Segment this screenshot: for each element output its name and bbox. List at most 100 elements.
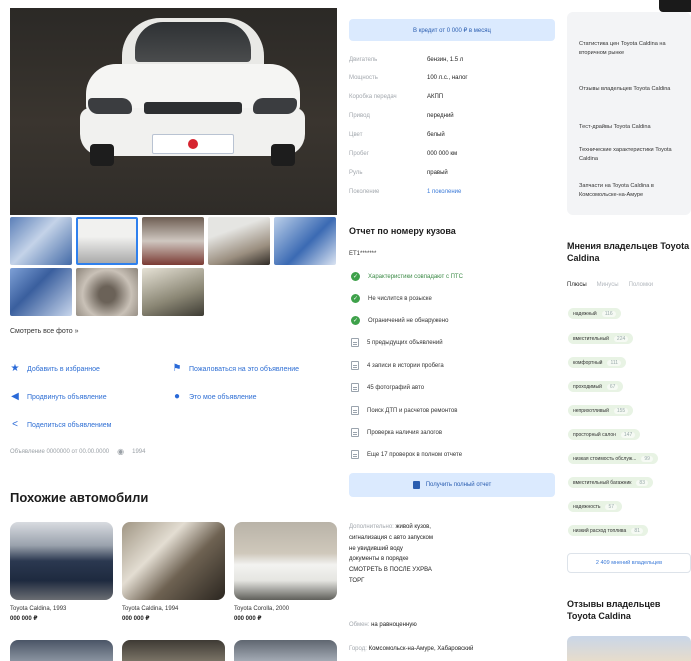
thumbnail-active[interactable] [76, 217, 138, 265]
city-info: Город: Комсомольск-на-Амуре, Хабаровский [349, 646, 473, 652]
link-test-drives[interactable]: Тест-драйвы Toyota Caldina [579, 123, 689, 132]
opinion-tag[interactable]: просторный салон 147 [568, 429, 641, 440]
photo-thumbnails [10, 217, 338, 317]
listing-meta: Объявление 0000000 от 00.00.0000 ◉ 1994 [10, 447, 145, 456]
document-icon [351, 428, 359, 437]
opinion-tag[interactable]: вместительный багажник 83 [568, 477, 653, 488]
tag-label: низкая стоимость обслуж... [573, 455, 637, 462]
promote-listing-link[interactable]: ◀ Продвинуть объявление [10, 392, 107, 402]
thumbnail[interactable] [142, 217, 204, 265]
report-listing-link[interactable]: ⚑ Пожаловаться на это объявление [172, 364, 300, 374]
header-button[interactable] [659, 0, 691, 12]
report-item-text: Не числится в розыске [368, 295, 432, 302]
thumbnail[interactable] [10, 268, 72, 316]
spec-key: Пробег [349, 151, 369, 157]
link-spare-parts[interactable]: Запчасти на Toyota Caldina в Комсомольск… [579, 182, 689, 199]
get-full-report-button[interactable]: Получить полный отчет [349, 473, 555, 497]
similar-car-name: Toyota Corolla, 2000 [234, 606, 290, 612]
my-listing-link[interactable]: ● Это мое объявление [172, 392, 257, 402]
similar-car-price: 000 000 ₽ [122, 616, 150, 622]
action-label: Продвинуть объявление [27, 393, 107, 401]
similar-car-photo-next[interactable] [234, 640, 337, 661]
tag-count: 83 [636, 479, 648, 486]
tab-breakdowns[interactable]: Поломки [629, 282, 654, 288]
report-item: ✓ Характеристики совпадают с ПТС [351, 272, 463, 281]
action-label: Это мое объявление [189, 393, 257, 401]
similar-car-card[interactable]: Toyota Caldina, 1993 000 000 ₽ [10, 522, 113, 622]
opinion-tag[interactable]: проходимый 67 [568, 381, 624, 392]
additional-info-line: живой кузов, [395, 524, 431, 530]
opinion-tag[interactable]: низкий расход топлива 81 [568, 525, 648, 536]
view-all-photos-link[interactable]: Смотреть все фото » [10, 328, 79, 335]
spec-key: Поколение [349, 189, 380, 195]
tag-label: проходимый [573, 383, 602, 390]
similar-car-photo-next[interactable] [122, 640, 225, 661]
tab-cons[interactable]: Минусы [597, 282, 619, 288]
tag-count: 99 [641, 455, 653, 462]
similar-car-card[interactable]: Toyota Caldina, 1994 000 000 ₽ [122, 522, 225, 622]
check-icon: ✓ [351, 316, 360, 325]
tag-label: просторный салон [573, 431, 616, 438]
link-owner-reviews[interactable]: Отзывы владельцев Toyota Caldina [579, 85, 689, 94]
main-photo[interactable] [10, 8, 337, 215]
report-item: Еще 17 проверок в полном отчете [351, 450, 462, 459]
tag-label: надежный [573, 310, 597, 317]
thumbnail[interactable] [208, 217, 270, 265]
link-price-statistics[interactable]: Статистика цен Toyota Caldina на вторичн… [579, 40, 689, 57]
document-icon [351, 361, 359, 370]
similar-car-price: 000 000 ₽ [234, 616, 262, 622]
generation-link[interactable]: 1 поколение [427, 189, 461, 195]
thumbnail[interactable] [76, 268, 138, 316]
city-key: Город: [349, 646, 367, 652]
report-item-text: 5 предыдущих объявлений [367, 339, 443, 346]
report-item-text: Проверка наличия залогов [367, 429, 443, 436]
additional-info-line: не увидивший воду [349, 545, 403, 552]
share-listing-link[interactable]: < Поделиться объявлением [10, 420, 111, 430]
document-icon [351, 450, 359, 459]
spec-key: Цвет [349, 132, 363, 138]
opinion-tag[interactable]: низкая стоимость обслуж... 99 [568, 453, 658, 464]
thumbnail[interactable] [142, 268, 204, 316]
spec-value: белый [427, 132, 445, 138]
action-label: Пожаловаться на это объявление [189, 365, 300, 373]
spec-value: 100 л.с., налог [427, 75, 468, 81]
document-icon [351, 383, 359, 392]
similar-car-photo [122, 522, 225, 600]
city-value: Комсомольск-на-Амуре, Хабаровский [368, 646, 474, 652]
tag-label: вместительный багажник [573, 479, 632, 486]
tab-pros[interactable]: Плюсы [567, 282, 587, 288]
opinion-tag[interactable]: надежный 116 [568, 308, 621, 319]
thumbnail[interactable] [274, 217, 336, 265]
link-specifications[interactable]: Технические характеристики Toyota Caldin… [579, 146, 689, 163]
additional-info-key: Дополнительно: [349, 524, 394, 530]
thumbnail[interactable] [10, 217, 72, 265]
exchange-value: на равноценную [371, 622, 417, 628]
listing-id: Объявление 0000000 от 00.00.0000 [10, 448, 110, 455]
owner-reviews-title: Отзывы владельцев Toyota Caldina [567, 599, 661, 621]
review-photo[interactable] [567, 636, 691, 661]
additional-info-line: ТОРГ [349, 577, 365, 584]
user-icon: ● [173, 391, 181, 402]
share-icon: < [12, 419, 18, 430]
opinion-tag[interactable]: неприхотливый 155 [568, 405, 634, 416]
report-item: Поиск ДТП и расчетов ремонтов [351, 406, 457, 415]
opinion-tag[interactable]: вместительный 224 [568, 333, 634, 344]
tag-count: 111 [607, 359, 622, 366]
document-icon [351, 338, 359, 347]
additional-info: Дополнительно: живой кузов, сигнализация… [349, 522, 499, 587]
add-to-favorites-link[interactable]: ★ Добавить в избранное [10, 364, 100, 374]
similar-car-photo-next[interactable] [10, 640, 113, 661]
report-icon [412, 481, 420, 489]
opinion-tag[interactable]: комфортный 111 [568, 357, 627, 368]
tag-label: вместительный [573, 335, 609, 342]
report-item: 5 предыдущих объявлений [351, 338, 443, 347]
opinion-tag[interactable]: надежность 57 [568, 501, 623, 512]
car-image [80, 18, 305, 166]
similar-car-price: 000 000 ₽ [10, 616, 38, 622]
spec-value: правый [427, 170, 448, 176]
similar-car-card[interactable]: Toyota Corolla, 2000 000 000 ₽ [234, 522, 337, 622]
vin-number: ET1******* [349, 251, 377, 257]
all-opinions-button[interactable]: 2 409 мнений владельцев [567, 553, 691, 573]
tag-count: 67 [606, 383, 619, 390]
credit-button[interactable]: В кредит от 0 000 ₽ в месяц [349, 19, 555, 41]
